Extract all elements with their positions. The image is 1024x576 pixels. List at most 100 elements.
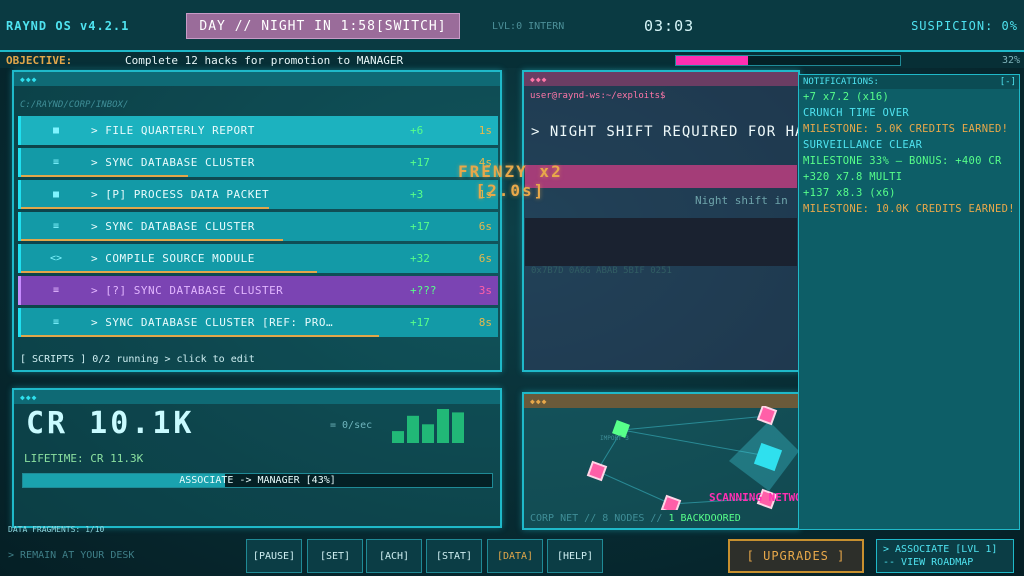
task-progress (21, 207, 270, 209)
panel-header: ◆◆◆ (14, 72, 500, 86)
frenzy-timer: [2.0s] (475, 181, 546, 200)
task-row[interactable]: ■ > FILE QUARTERLY REPORT +6 1s (18, 116, 498, 145)
spark-bar (437, 409, 449, 443)
data-fragments: DATA FRAGMENTS: 1/10 (8, 525, 105, 534)
task-icon: ≡ (52, 285, 60, 296)
task-progress (21, 239, 284, 241)
scripts-status-button[interactable]: [ SCRIPTS ] 0/2 running > click to edit (20, 354, 255, 365)
task-reward: +17 (410, 316, 430, 329)
notification-item: +320 x7.8 MULTI (803, 171, 903, 183)
rank-progress-label: ASSOCIATE -> MANAGER [43%] (179, 475, 336, 486)
day-night-timer: DAY // NIGHT IN 1:58 (199, 18, 376, 34)
notification-item: +7 x7.2 (x16) (803, 91, 890, 103)
task-reward: +17 (410, 220, 430, 233)
task-reward: +??? (410, 284, 437, 297)
menu-button-ach[interactable]: [ACH] (366, 539, 422, 573)
terminal-prompt: user@raynd-ws:~/exploits$ (530, 91, 666, 101)
network-status-text: CORP NET // 8 NODES // (530, 513, 669, 524)
menu-button-stat[interactable]: [STAT] (426, 539, 482, 573)
task-name: > COMPILE SOURCE MODULE (91, 252, 255, 265)
terminal-subtext: Night shift in (695, 194, 788, 207)
rank-progress-bar: ASSOCIATE -> MANAGER [43%] (22, 473, 493, 488)
remain-at-desk-hint: > REMAIN AT YOUR DESK (8, 550, 135, 561)
objective-progress-fill (676, 56, 748, 65)
frenzy-label: FRENZY x2 (458, 162, 563, 181)
spark-bar (392, 431, 404, 443)
terminal-hex: 0x7B7D 0A6G ABAB 5BIF 0251 (531, 266, 672, 276)
task-row[interactable]: <> > COMPILE SOURCE MODULE +32 6s (18, 244, 498, 273)
task-progress (21, 271, 317, 273)
terminal-command: > NIGHT SHIFT REQUIRED FOR HACK (531, 124, 824, 140)
notification-item: +137 x8.3 (x6) (803, 187, 896, 199)
task-name: > SYNC DATABASE CLUSTER [REF: PRO… (91, 316, 334, 329)
task-row[interactable]: ≡ > SYNC DATABASE CLUSTER +17 6s (18, 212, 498, 241)
task-row[interactable]: ≡ > SYNC DATABASE CLUSTER [REF: PRO… +17… (18, 308, 498, 337)
notification-item: CRUNCH TIME OVER (803, 107, 909, 119)
node-label: IMPORT 3 (600, 435, 629, 442)
task-time: 6s (478, 220, 492, 233)
menu-button-pause[interactable]: [PAUSE] (246, 539, 302, 573)
task-icon: ≡ (52, 317, 60, 328)
notifications-title: NOTIFICATIONS: (799, 75, 1019, 89)
objective-label: OBJECTIVE: (6, 54, 73, 67)
day-night-switch-button[interactable]: DAY // NIGHT IN 1:58 [SWITCH] (186, 13, 460, 39)
spark-bar (452, 412, 464, 443)
task-row[interactable]: ■ > [P] PROCESS DATA PACKET +3 1s (18, 180, 498, 209)
suspicion-meter: SUSPICION: 0% (911, 19, 1018, 33)
game-screen: RAYND OS v4.2.1 DAY // NIGHT IN 1:58 [SW… (0, 0, 1024, 576)
task-icon: ≡ (52, 157, 60, 168)
task-name: > SYNC DATABASE CLUSTER (91, 156, 255, 169)
credits-value: CR 10.1K (26, 406, 195, 441)
task-time: 1s (478, 124, 492, 137)
lifetime-credits: LIFETIME: CR 11.3K (24, 452, 144, 465)
task-name: > SYNC DATABASE CLUSTER (91, 220, 255, 233)
clock: 03:03 (644, 17, 695, 35)
panel-header: ◆◆◆ (14, 390, 500, 404)
objective-bar: OBJECTIVE: Complete 12 hacks for promoti… (0, 52, 1024, 68)
task-reward: +32 (410, 252, 430, 265)
credits-per-second: = 0/sec (330, 420, 373, 431)
notifications-panel: NOTIFICATIONS: [-] +7 x7.2 (x16) CRUNCH T… (798, 74, 1020, 530)
panel-dots-icon: ◆◆◆ (530, 75, 548, 84)
panel-dots-icon: ◆◆◆ (20, 75, 38, 84)
task-icon: ■ (52, 189, 60, 200)
task-time: 8s (478, 316, 492, 329)
notification-item: MILESTONE: 10.0K CREDITS EARNED! (803, 203, 1015, 215)
spark-bar (407, 415, 419, 443)
notification-item: MILESTONE: 5.0K CREDITS EARNED! (803, 123, 1009, 135)
top-bar: RAYND OS v4.2.1 DAY // NIGHT IN 1:58 [SW… (0, 0, 1024, 52)
notification-item: SURVEILLANCE CLEAR (803, 139, 923, 151)
view-roadmap-button[interactable]: > ASSOCIATE [LVL 1] -- VIEW ROADMAP (876, 539, 1014, 573)
upgrades-button[interactable]: [ UPGRADES ] (728, 539, 864, 573)
task-name: > [?] SYNC DATABASE CLUSTER (91, 284, 284, 297)
menu-button-help[interactable]: [HELP] (547, 539, 603, 573)
task-progress (21, 335, 379, 337)
os-name: RAYND OS v4.2.1 (6, 19, 130, 33)
frenzy-indicator: FRENZY x2 [2.0s] (458, 162, 563, 200)
panel-dots-icon: ◆◆◆ (20, 393, 38, 402)
terminal-input-highlight[interactable] (525, 165, 797, 188)
level-label: LVL:0 INTERN (492, 21, 565, 32)
objective-text: Complete 12 hacks for promotion to MANAG… (125, 54, 404, 67)
task-row[interactable]: ≡ > [?] SYNC DATABASE CLUSTER +??? 3s (18, 276, 498, 305)
network-status: CORP NET // 8 NODES // 1 BACKDOORED (530, 513, 741, 524)
task-row[interactable]: ≡ > SYNC DATABASE CLUSTER +17 4s (18, 148, 498, 177)
network-node-icon[interactable] (660, 494, 682, 510)
network-node-icon[interactable] (586, 460, 608, 482)
task-icon: ■ (52, 125, 60, 136)
task-name: > [P] PROCESS DATA PACKET (91, 188, 270, 201)
menu-button-set[interactable]: [SET] (307, 539, 363, 573)
panel-header: ◆◆◆ (524, 72, 798, 86)
terminal-output (525, 218, 797, 266)
task-time: 6s (478, 252, 492, 265)
notifications-collapse-button[interactable]: [-] (1000, 77, 1016, 87)
inbox-path: C:/RAYND/CORP/INBOX/ (20, 100, 129, 110)
task-time: 3s (478, 284, 492, 297)
menu-button-data[interactable]: [DATA] (487, 539, 543, 573)
task-name: > FILE QUARTERLY REPORT (91, 124, 255, 137)
task-reward: +6 (410, 124, 424, 137)
panel-dots-icon: ◆◆◆ (530, 397, 548, 406)
spark-bar (422, 424, 434, 443)
network-node-icon[interactable] (756, 406, 778, 426)
task-progress (21, 175, 188, 177)
